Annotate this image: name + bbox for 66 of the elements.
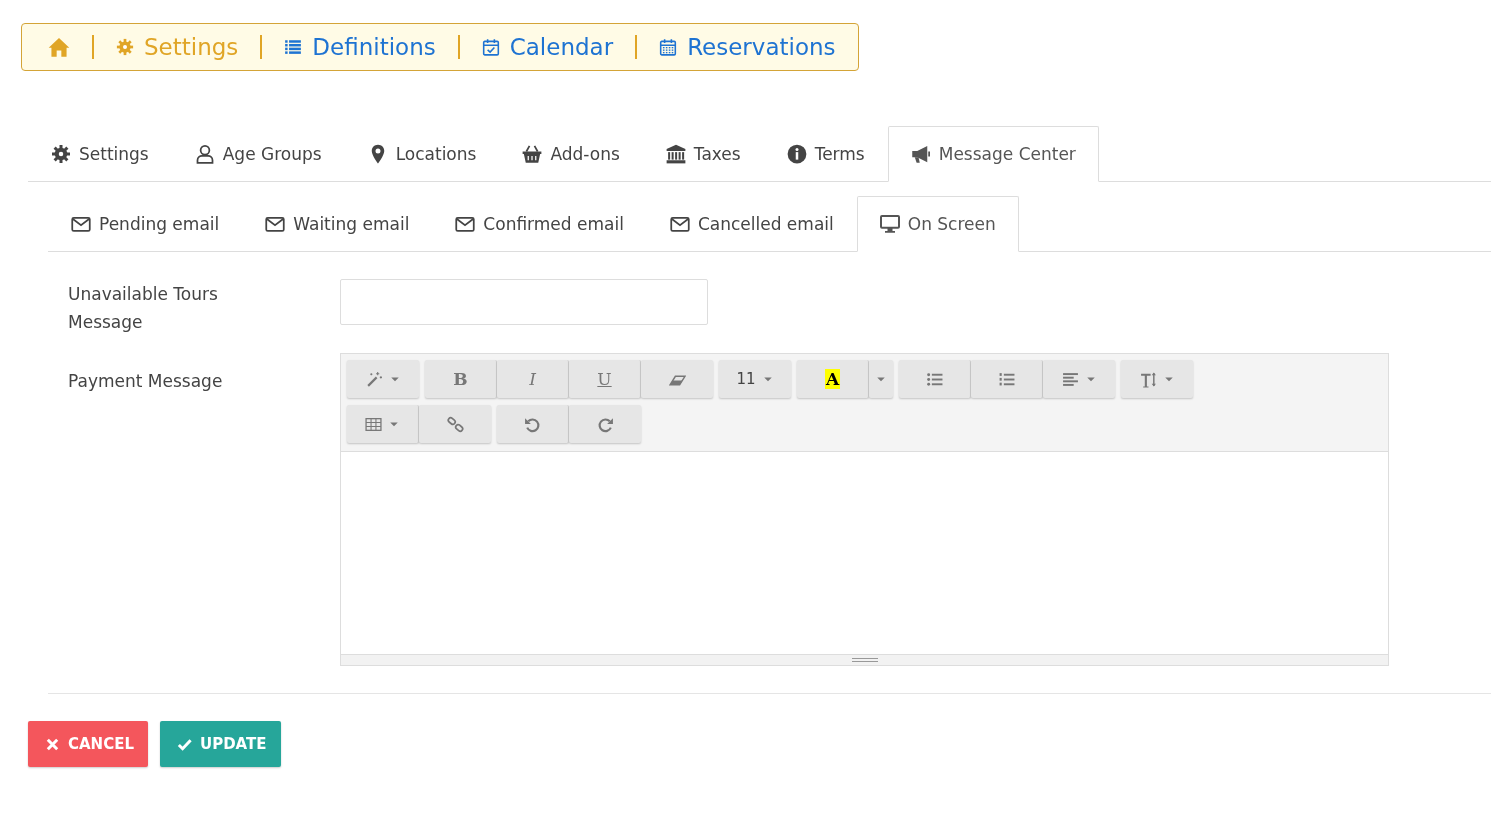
- list-icon: [284, 38, 303, 56]
- home-icon: [48, 36, 70, 58]
- tab[interactable]: Add-ons: [499, 126, 643, 182]
- magic-wand-icon: [365, 370, 383, 388]
- undo-icon: [524, 415, 541, 433]
- resize-handle[interactable]: [341, 654, 1388, 665]
- check-icon: [177, 736, 192, 752]
- toolbar-button[interactable]: [1043, 360, 1115, 398]
- field-label: Unavailable Tours Message: [68, 283, 219, 334]
- toolbar-button[interactable]: 11: [719, 360, 791, 398]
- calendar-check-icon: [481, 38, 500, 56]
- toolbar-button[interactable]: [971, 360, 1043, 398]
- user-icon: [194, 144, 215, 164]
- megaphone-icon: [910, 144, 931, 164]
- envelope-icon: [455, 214, 476, 234]
- bullet-list-icon: [926, 370, 943, 388]
- tab[interactable]: Waiting email: [242, 196, 433, 252]
- toolbar-button[interactable]: B: [425, 360, 497, 398]
- toolbar-button[interactable]: [899, 360, 971, 398]
- redo-icon: [596, 415, 614, 433]
- toolbar-button[interactable]: U: [569, 360, 641, 398]
- toolbar-button[interactable]: [641, 360, 713, 398]
- close-icon: [45, 736, 60, 752]
- breadcrumb-link[interactable]: Reservations: [659, 34, 836, 60]
- table-icon: [365, 415, 382, 433]
- envelope-icon: [71, 214, 91, 234]
- breadcrumb-link[interactable]: Definitions: [284, 34, 436, 60]
- gear-icon: [116, 38, 134, 56]
- toolbar-button[interactable]: I: [497, 360, 569, 398]
- breadcrumb-link[interactable]: Calendar: [481, 34, 614, 60]
- breadcrumb-separator: [457, 35, 460, 59]
- basket-icon: [522, 144, 543, 164]
- info-icon: [786, 144, 807, 164]
- calendar-icon: [659, 38, 678, 56]
- toolbar-button[interactable]: [419, 405, 491, 443]
- gear-icon: [51, 144, 71, 164]
- tab[interactable]: Terms: [763, 126, 888, 182]
- tab[interactable]: Locations: [344, 126, 500, 182]
- bank-icon: [665, 144, 686, 164]
- input-field[interactable]: [340, 279, 708, 325]
- envelope-icon: [265, 214, 286, 234]
- toolbar-button[interactable]: [1121, 360, 1193, 398]
- tab[interactable]: Age Groups: [171, 126, 345, 182]
- monitor-icon: [879, 214, 900, 234]
- align-left-icon: [1061, 370, 1079, 388]
- tab[interactable]: On Screen: [856, 196, 1019, 252]
- tab[interactable]: Confirmed email: [432, 196, 647, 252]
- toolbar-button[interactable]: A: [797, 360, 869, 398]
- tab[interactable]: Pending email: [48, 196, 243, 252]
- tab[interactable]: Taxes: [642, 126, 764, 182]
- toolbar-button[interactable]: [497, 405, 569, 443]
- toolbar-button[interactable]: [347, 405, 419, 443]
- envelope-icon: [669, 214, 690, 234]
- tab[interactable]: Cancelled email: [646, 196, 857, 252]
- numbered-list-icon: [998, 370, 1015, 388]
- breadcrumb-separator: [260, 35, 263, 59]
- field-label: Payment Message: [68, 370, 224, 393]
- tab[interactable]: Message Center: [887, 126, 1099, 182]
- toolbar-button[interactable]: [347, 360, 419, 398]
- breadcrumb-separator: [92, 35, 94, 59]
- link-icon: [446, 415, 464, 433]
- tab[interactable]: Settings: [28, 126, 172, 182]
- text-height-icon: [1139, 370, 1157, 388]
- home-link[interactable]: [48, 36, 70, 58]
- toolbar-button[interactable]: [569, 405, 641, 443]
- breadcrumb-separator: [635, 35, 638, 59]
